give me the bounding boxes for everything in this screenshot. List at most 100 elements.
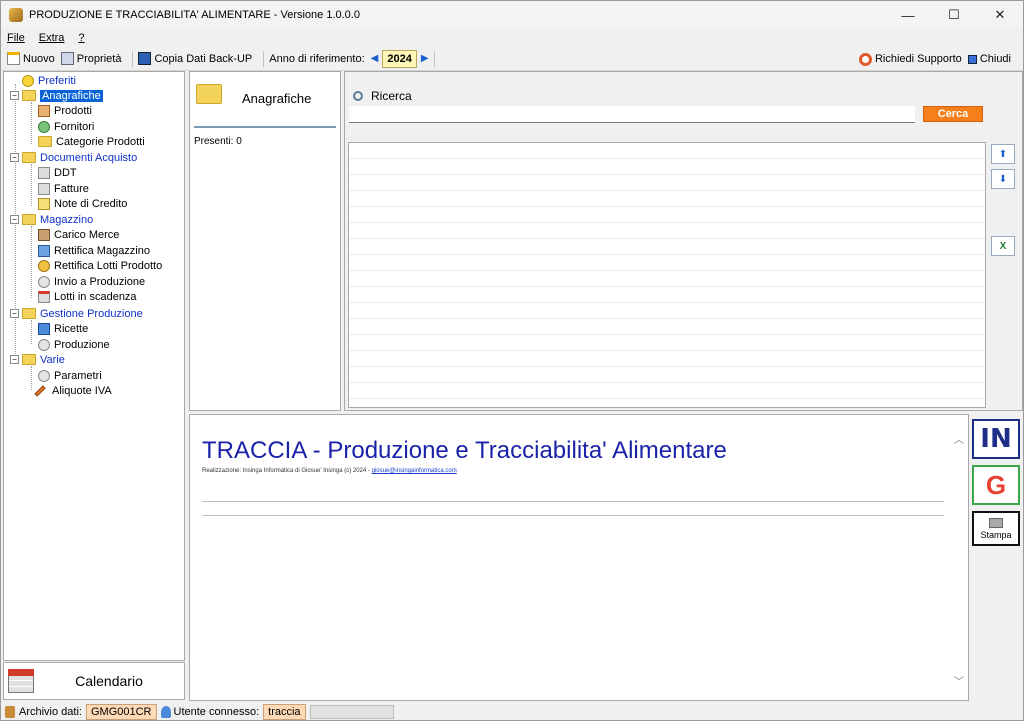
tree-item-aliquote[interactable]: Aliquote IVA <box>34 383 112 398</box>
tree-item-note[interactable]: Note di Credito <box>38 196 127 211</box>
tree-label: Anagrafiche <box>40 89 103 102</box>
tree-item-gestione[interactable]: Gestione Produzione <box>22 306 143 321</box>
collapse-icon[interactable]: − <box>10 309 19 318</box>
tree-label: Ricette <box>54 322 89 335</box>
calendario-button[interactable]: Calendario <box>3 662 185 700</box>
divider <box>202 515 944 516</box>
tree-label: Aliquote IVA <box>52 384 112 397</box>
folder-icon <box>22 308 36 319</box>
next-year-icon[interactable]: ▶ <box>421 53 429 64</box>
collapse-icon[interactable]: − <box>10 215 19 224</box>
tree-label: Categorie Prodotti <box>56 135 145 148</box>
tree-label: Documenti Acquisto <box>40 151 138 164</box>
scroll-down-icon[interactable]: ﹀ <box>954 673 964 688</box>
tree-item-preferiti[interactable]: Preferiti <box>22 73 76 88</box>
tree-label: Rettifica Magazzino <box>54 244 150 257</box>
google-button[interactable]: G <box>972 465 1020 505</box>
tree-item-categorie[interactable]: Categorie Prodotti <box>38 134 145 149</box>
tree-item-rettifica-lotti[interactable]: Rettifica Lotti Prodotto <box>38 258 162 273</box>
credits-text: Realizzazione: Insinga Informatica di Gi… <box>202 468 372 474</box>
menu-bar: File Extra ? <box>1 29 1023 47</box>
chiudi-button[interactable]: Chiudi <box>967 53 1011 65</box>
menu-file[interactable]: File <box>7 32 25 44</box>
tree-label: Lotti in scadenza <box>54 290 137 303</box>
tree-item-varie[interactable]: Varie <box>22 352 65 367</box>
tree-item-rettifica-magazzino[interactable]: Rettifica Magazzino <box>38 243 150 258</box>
status-empty-field <box>309 704 394 719</box>
tree-item-ddt[interactable]: DDT <box>38 165 77 180</box>
maximize-button[interactable]: ☐ <box>931 1 977 29</box>
tree-item-ricette[interactable]: Ricette <box>38 321 88 336</box>
nuovo-button[interactable]: Nuovo <box>7 52 55 65</box>
toolbar: Nuovo Proprietà Copia Dati Back-UP Anno … <box>1 47 1023 71</box>
book-icon <box>38 322 50 335</box>
tree-item-carico[interactable]: Carico Merce <box>38 227 119 242</box>
backup-label: Copia Dati Back-UP <box>154 52 253 65</box>
printer-icon <box>989 517 1003 528</box>
collapse-icon[interactable]: − <box>10 153 19 162</box>
backup-button[interactable]: Copia Dati Back-UP <box>138 52 252 65</box>
results-grid[interactable] <box>348 142 986 408</box>
cerca-button[interactable]: Cerca <box>923 106 983 122</box>
collapse-icon[interactable]: − <box>10 91 19 100</box>
excel-export-button[interactable]: X <box>991 236 1015 256</box>
arrow-up-icon: ⬆ <box>998 148 1008 160</box>
move-down-button[interactable]: ⬇ <box>991 169 1015 189</box>
tree-line <box>31 366 32 390</box>
arrow-down-icon: ⬇ <box>998 173 1008 185</box>
collapse-icon[interactable]: − <box>10 355 19 364</box>
email-link[interactable]: giosue@insingainformatica.com <box>372 468 457 474</box>
tree-item-prodotti[interactable]: Prodotti <box>38 103 92 118</box>
tree-item-fatture[interactable]: Fatture <box>38 181 89 196</box>
side-actions: IN G Stampa <box>970 414 1024 701</box>
folder-icon <box>196 84 222 104</box>
tree-item-anagrafiche[interactable]: Anagrafiche <box>22 88 103 103</box>
user-icon <box>160 705 171 718</box>
calendario-label: Calendario <box>75 673 143 689</box>
insinga-logo-button[interactable]: IN <box>972 419 1020 459</box>
tree-label: Gestione Produzione <box>40 307 143 320</box>
tree-item-documenti[interactable]: Documenti Acquisto <box>22 150 137 165</box>
close-button[interactable]: ✕ <box>977 1 1023 29</box>
search-input[interactable] <box>349 106 915 123</box>
star-icon <box>22 74 34 87</box>
chiudi-label: Chiudi <box>979 53 1011 65</box>
tree-item-produzione[interactable]: Produzione <box>38 337 110 352</box>
scroll-up-icon[interactable]: ︿ <box>954 431 964 446</box>
tree-label: Fatture <box>54 182 89 195</box>
utente-label: Utente connesso: <box>173 705 260 718</box>
scrollbar[interactable]: ︿ ﹀ <box>950 415 968 700</box>
minimize-button[interactable]: — <box>885 1 931 29</box>
tree-item-lotti-scadenza[interactable]: Lotti in scadenza <box>38 289 137 304</box>
tree-item-invio[interactable]: Invio a Produzione <box>38 274 145 289</box>
tree-item-parametri[interactable]: Parametri <box>38 368 102 383</box>
move-up-button[interactable]: ⬆ <box>991 144 1015 164</box>
tree-label: Produzione <box>54 338 110 351</box>
anno-label: Anno di riferimento: <box>269 52 365 65</box>
year-value: 2024 <box>382 49 417 68</box>
tree-label: Fornitori <box>54 120 95 133</box>
new-document-icon <box>7 52 20 65</box>
floppy-icon <box>138 52 152 65</box>
folder-icon <box>38 136 52 147</box>
tree-item-fornitori[interactable]: Fornitori <box>38 119 94 134</box>
tree-label: Note di Credito <box>54 197 128 210</box>
divider <box>202 501 944 502</box>
tree-line <box>31 102 32 144</box>
menu-extra[interactable]: Extra <box>39 32 65 44</box>
stampa-button[interactable]: Stampa <box>972 511 1020 546</box>
menu-help[interactable]: ? <box>78 32 84 44</box>
richiedi-supporto-button[interactable]: Richiedi Supporto <box>858 52 962 66</box>
search-panel: Ricerca Cerca ⬆ ⬇ X <box>344 71 1023 411</box>
prev-year-icon[interactable]: ◀ <box>371 53 379 64</box>
medal-icon <box>38 259 50 272</box>
tree-item-magazzino[interactable]: Magazzino <box>22 212 93 227</box>
db-icon <box>5 705 15 718</box>
proprieta-button[interactable]: Proprietà <box>60 52 121 65</box>
supporto-label: Richiedi Supporto <box>874 53 962 65</box>
search-label-group: Ricerca <box>353 89 412 103</box>
gear-icon <box>38 369 50 382</box>
folder-icon <box>22 214 36 225</box>
tree-line <box>31 226 32 298</box>
exit-icon <box>967 54 977 64</box>
